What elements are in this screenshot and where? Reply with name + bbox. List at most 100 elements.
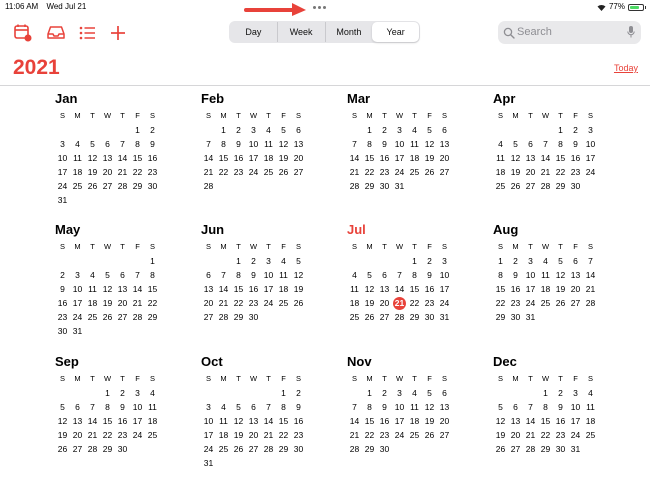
day-cell[interactable]: 27	[291, 165, 306, 179]
day-cell[interactable]: 24	[583, 165, 598, 179]
day-cell[interactable]: 4	[276, 254, 291, 268]
day-cell[interactable]: 22	[145, 296, 160, 310]
day-cell[interactable]: 6	[437, 386, 452, 400]
day-cell[interactable]: 9	[115, 400, 130, 414]
day-cell[interactable]: 10	[437, 268, 452, 282]
day-cell[interactable]: 9	[377, 137, 392, 151]
day-cell[interactable]: 4	[70, 137, 85, 151]
day-cell[interactable]: 28	[201, 179, 216, 193]
day-cell[interactable]: 3	[392, 386, 407, 400]
day-cell[interactable]: 8	[407, 268, 422, 282]
day-cell[interactable]: 8	[100, 400, 115, 414]
day-cell[interactable]: 23	[55, 310, 70, 324]
day-cell[interactable]: 15	[538, 414, 553, 428]
day-cell[interactable]: 5	[231, 400, 246, 414]
day-cell[interactable]: 11	[538, 268, 553, 282]
day-cell[interactable]: 1	[493, 254, 508, 268]
day-cell[interactable]: 3	[55, 137, 70, 151]
day-cell[interactable]: 6	[437, 123, 452, 137]
day-cell[interactable]: 26	[422, 165, 437, 179]
day-cell[interactable]: 25	[261, 165, 276, 179]
day-cell[interactable]: 23	[377, 428, 392, 442]
day-cell[interactable]: 30	[553, 442, 568, 456]
day-cell[interactable]: 15	[407, 282, 422, 296]
day-cell[interactable]: 5	[362, 268, 377, 282]
month-name[interactable]: Sep	[55, 354, 185, 370]
day-cell[interactable]: 17	[437, 282, 452, 296]
day-cell[interactable]: 28	[523, 442, 538, 456]
day-cell[interactable]: 23	[553, 428, 568, 442]
day-cell[interactable]: 8	[216, 137, 231, 151]
day-cell[interactable]: 23	[508, 296, 523, 310]
day-cell[interactable]: 11	[70, 151, 85, 165]
day-cell[interactable]: 22	[407, 296, 422, 310]
day-cell[interactable]: 22	[362, 165, 377, 179]
month-jan[interactable]: Jan S M T W T F S 1 2 3 4 5 6 7 8 9 10 11 12 13 14 15 16 17 18 19 2…	[55, 91, 185, 207]
day-cell[interactable]: 3	[261, 254, 276, 268]
day-cell[interactable]: 3	[70, 268, 85, 282]
day-cell[interactable]: 30	[145, 179, 160, 193]
day-cell[interactable]: 8	[276, 400, 291, 414]
day-cell[interactable]: 9	[55, 282, 70, 296]
microphone-icon[interactable]	[627, 25, 635, 44]
day-cell[interactable]: 26	[362, 310, 377, 324]
day-cell[interactable]: 10	[392, 137, 407, 151]
day-cell[interactable]: 27	[115, 310, 130, 324]
day-cell[interactable]: 6	[70, 400, 85, 414]
day-cell[interactable]: 10	[55, 151, 70, 165]
day-cell[interactable]: 9	[246, 268, 261, 282]
day-cell[interactable]: 28	[392, 310, 407, 324]
day-cell[interactable]: 1	[553, 123, 568, 137]
day-cell[interactable]: 27	[201, 310, 216, 324]
day-cell[interactable]: 18	[216, 428, 231, 442]
day-cell[interactable]: 4	[216, 400, 231, 414]
day-cell[interactable]: 26	[55, 442, 70, 456]
day-cell[interactable]: 26	[508, 179, 523, 193]
day-cell[interactable]: 7	[347, 400, 362, 414]
day-cell[interactable]: 25	[407, 428, 422, 442]
day-cell[interactable]: 14	[538, 151, 553, 165]
day-cell[interactable]: 20	[437, 414, 452, 428]
day-cell[interactable]: 27	[377, 310, 392, 324]
day-cell[interactable]: 12	[422, 400, 437, 414]
day-cell[interactable]: 22	[362, 428, 377, 442]
day-cell[interactable]: 11	[493, 151, 508, 165]
day-cell[interactable]: 21	[261, 428, 276, 442]
day-cell[interactable]: 12	[553, 268, 568, 282]
day-cell[interactable]: 7	[216, 268, 231, 282]
day-cell[interactable]: 7	[261, 400, 276, 414]
today-button[interactable]: Today	[614, 63, 638, 73]
day-cell[interactable]: 16	[231, 151, 246, 165]
day-cell[interactable]: 10	[130, 400, 145, 414]
day-cell[interactable]: 1	[216, 123, 231, 137]
day-cell[interactable]: 17	[246, 151, 261, 165]
day-cell[interactable]: 16	[422, 282, 437, 296]
day-cell[interactable]: 20	[70, 428, 85, 442]
month-sep[interactable]: Sep S M T W T F S 1 2 3 4 5 6 7 8 9 10 11 12 13 14 15 16 17 18 19 2…	[55, 354, 185, 456]
day-cell[interactable]: 21	[347, 428, 362, 442]
day-cell[interactable]: 26	[85, 179, 100, 193]
calendars-icon[interactable]	[13, 23, 33, 43]
day-cell[interactable]: 28	[347, 442, 362, 456]
day-cell[interactable]: 16	[55, 296, 70, 310]
day-cell[interactable]: 14	[115, 151, 130, 165]
day-cell[interactable]: 27	[246, 442, 261, 456]
day-cell[interactable]: 2	[231, 123, 246, 137]
day-cell[interactable]: 9	[231, 137, 246, 151]
day-cell[interactable]: 19	[55, 428, 70, 442]
day-cell[interactable]: 25	[216, 442, 231, 456]
day-cell[interactable]: 13	[377, 282, 392, 296]
day-cell[interactable]: 1	[100, 386, 115, 400]
day-cell[interactable]: 10	[261, 268, 276, 282]
day-cell[interactable]: 25	[347, 310, 362, 324]
day-cell[interactable]: 9	[553, 400, 568, 414]
day-cell[interactable]: 8	[493, 268, 508, 282]
day-cell[interactable]: 7	[130, 268, 145, 282]
day-cell[interactable]: 25	[276, 296, 291, 310]
day-cell[interactable]: 5	[276, 123, 291, 137]
today-day-cell[interactable]: 21	[392, 296, 407, 310]
day-cell[interactable]: 26	[291, 296, 306, 310]
day-cell[interactable]: 2	[377, 386, 392, 400]
month-name[interactable]: Nov	[347, 354, 477, 370]
day-cell[interactable]: 5	[553, 254, 568, 268]
